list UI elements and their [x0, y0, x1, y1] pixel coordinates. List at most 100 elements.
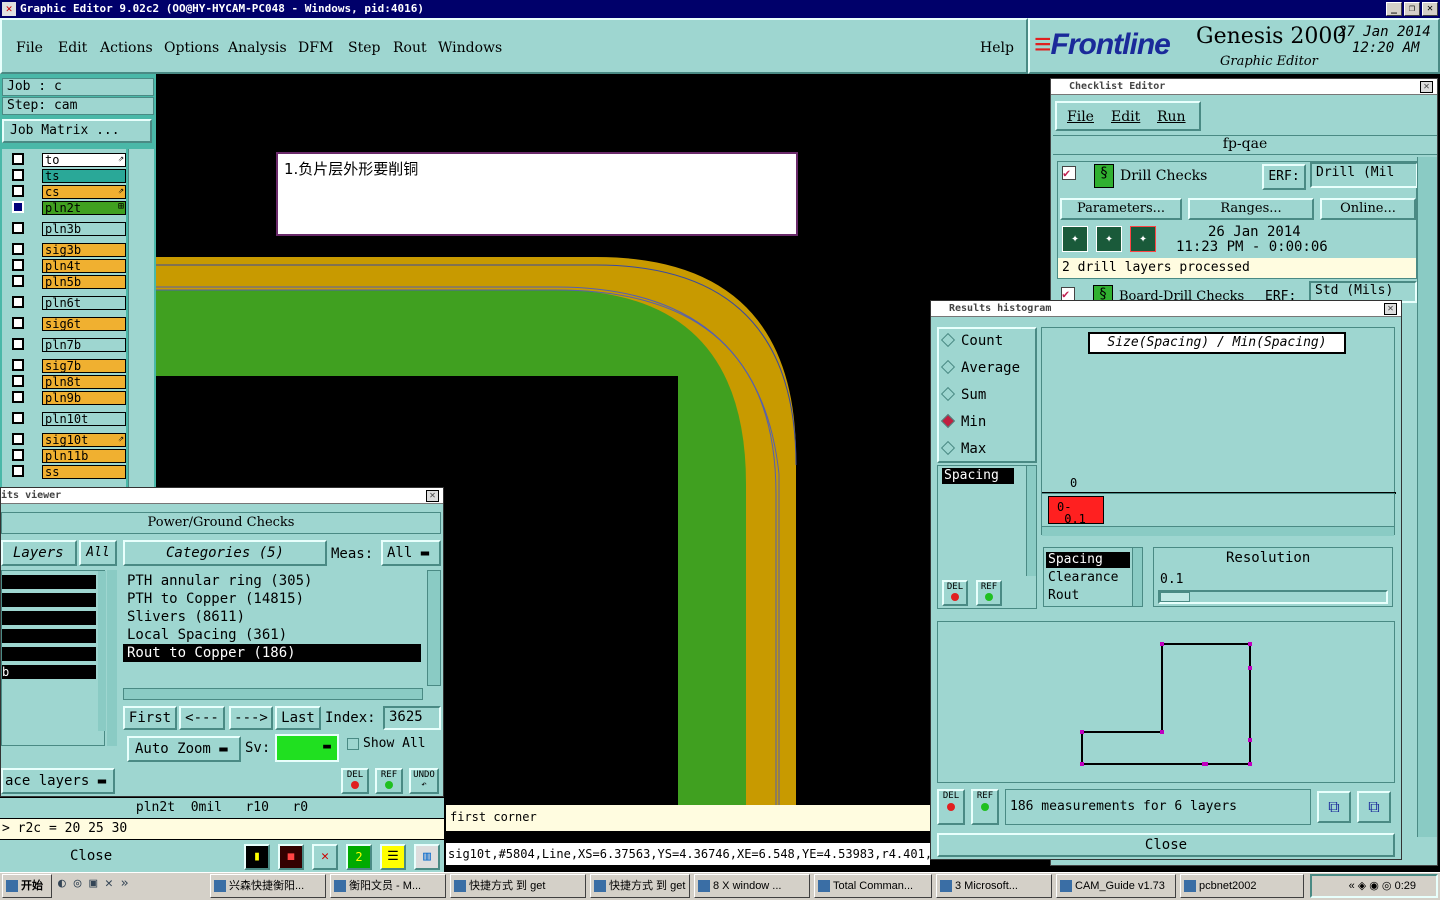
layer-checkbox[interactable]	[12, 449, 24, 461]
layer-row[interactable]: b	[2, 665, 96, 679]
layer-name[interactable]: pln4t	[42, 259, 126, 273]
layer-name[interactable]: pln11b	[42, 449, 126, 463]
layer-row[interactable]	[2, 647, 96, 661]
histogram-icon[interactable]: ▥	[414, 844, 440, 870]
viewer-title-bar[interactable]: its viewer ✕	[1, 488, 443, 504]
board-drill-checkbox[interactable]: ✔	[1061, 287, 1075, 301]
layer-checkbox[interactable]	[12, 317, 24, 329]
type-spacing[interactable]: Spacing	[1046, 552, 1130, 568]
layer-name[interactable]: sig10t	[42, 433, 126, 447]
layers-button[interactable]: Layers	[1, 540, 77, 566]
histogram-close-button[interactable]: Close	[937, 833, 1395, 857]
menu-analysis[interactable]: Analysis	[228, 40, 287, 56]
layer-row[interactable]	[2, 611, 96, 625]
mode-radio-count[interactable]: Count	[940, 332, 1003, 349]
layer-name[interactable]: pln10t	[42, 412, 126, 426]
layer-checkbox[interactable]	[12, 185, 24, 197]
layers-all-button[interactable]: All	[79, 540, 117, 566]
type-scrollbar[interactable]	[1132, 548, 1142, 606]
layer-checkbox[interactable]	[12, 169, 24, 181]
stop-check-icon[interactable]: ✦	[1130, 226, 1156, 252]
command-line[interactable]: > r2c = 20 25 30	[0, 819, 444, 839]
layer-checkbox[interactable]	[12, 153, 24, 165]
layer-row-ts[interactable]: ts	[8, 169, 126, 183]
category-item[interactable]: Local Spacing (361)	[123, 626, 421, 644]
layer-checkbox[interactable]	[12, 222, 24, 234]
drill-erf-value[interactable]: Drill (Mil	[1310, 162, 1418, 188]
prev-button[interactable]: <---	[179, 706, 225, 730]
taskbar-item[interactable]: 8 X window ...	[694, 874, 810, 898]
taskbar-item[interactable]: 衡阳文员 - M...	[330, 874, 446, 898]
mode-radio-min[interactable]: Min	[940, 413, 986, 430]
layer-name[interactable]: sig7b	[42, 359, 126, 373]
layer-row-ss[interactable]: ss	[8, 465, 126, 479]
zoom-all-icon[interactable]: ⧉	[1357, 791, 1391, 823]
layer-row-pln10t[interactable]: pln10t	[8, 412, 126, 426]
layer-name[interactable]: pln3b	[42, 222, 126, 236]
layer-row-pln8t[interactable]: pln8t	[8, 375, 126, 389]
layer-name[interactable]: pln8t	[42, 375, 126, 389]
taskbar-item[interactable]: Total Comman...	[814, 874, 932, 898]
grid-off-icon[interactable]: ✕	[312, 844, 338, 870]
layer-name[interactable]: ts	[42, 169, 126, 183]
checklist-menu-file[interactable]: File	[1067, 109, 1094, 125]
layer-row-pln2t[interactable]: pln2t ⊞	[8, 201, 126, 215]
layer-row-sig7b[interactable]: sig7b	[8, 359, 126, 373]
layer-row-pln9b[interactable]: pln9b	[8, 391, 126, 405]
menu-step[interactable]: Step	[348, 40, 380, 56]
layer-row-pln4t[interactable]: pln4t	[8, 259, 126, 273]
index-input[interactable]: 3625	[383, 706, 441, 730]
mode-radio-sum[interactable]: Sum	[940, 386, 986, 403]
ranges-button[interactable]: Ranges...	[1188, 198, 1314, 220]
layer-checkbox[interactable]	[12, 412, 24, 424]
category-item[interactable]: PTH to Copper (14815)	[123, 590, 421, 608]
bottom-close-button[interactable]: Close	[70, 848, 112, 864]
parameters-button[interactable]: Parameters...	[1060, 198, 1182, 220]
window-title-bar[interactable]: ✕ Graphic Editor 9.02c2 (OO@HY-HYCAM-PC0…	[0, 0, 1440, 18]
layer-name[interactable]: pln9b	[42, 391, 126, 405]
viewer-undo-button[interactable]: UNDO ↶	[409, 768, 439, 794]
online-button[interactable]: Online...	[1320, 198, 1416, 220]
auto-zoom-dropdown[interactable]: Auto Zoom ▬	[127, 736, 241, 762]
layer-row[interactable]	[2, 575, 96, 589]
layer-row-pln7b[interactable]: pln7b	[8, 338, 126, 352]
histogram-hscroll[interactable]	[1042, 526, 1394, 536]
meas-dropdown[interactable]: All ▬	[381, 540, 441, 566]
layer-name[interactable]: sig6t	[42, 317, 126, 331]
layer-name[interactable]: pln2t	[42, 201, 126, 215]
viewer-ref-button[interactable]: REF	[375, 768, 403, 794]
layer-row[interactable]	[2, 593, 96, 607]
layer-row-to[interactable]: to ⇗	[8, 153, 126, 167]
category-spacing[interactable]: Spacing	[942, 468, 1014, 484]
tray-icons[interactable]: « ◈ ◉ ◎	[1349, 880, 1395, 892]
categories-button[interactable]: Categories (5)	[123, 540, 327, 566]
category-item[interactable]: Slivers (8611)	[123, 608, 421, 626]
histogram-title-bar[interactable]: Results histogram ✕	[931, 301, 1401, 317]
type-rout[interactable]: Rout	[1046, 588, 1079, 604]
layer-row-sig10t[interactable]: sig10t ⇗	[8, 433, 126, 447]
layer-checkbox[interactable]	[12, 338, 24, 350]
layer-checkbox[interactable]	[12, 391, 24, 403]
record-icon[interactable]: ◼	[278, 844, 304, 870]
menu-actions[interactable]: Actions	[100, 40, 153, 56]
layer-checkbox[interactable]	[12, 275, 24, 287]
maximize-button[interactable]: ❐	[1404, 2, 1420, 16]
run-check-icon[interactable]: ✦	[1062, 226, 1088, 252]
menu-file[interactable]: File	[16, 40, 43, 56]
layer-checkbox[interactable]	[12, 465, 24, 477]
next-button[interactable]: --->	[229, 706, 273, 730]
taskbar-item[interactable]: CAM_Guide v1.73	[1056, 874, 1176, 898]
layer-row-cs[interactable]: cs ⇗	[8, 185, 126, 199]
layer-row-sig3b[interactable]: sig3b	[8, 243, 126, 257]
checklist-menu-edit[interactable]: Edit	[1111, 109, 1140, 125]
minimize-button[interactable]: _	[1386, 2, 1402, 16]
preview-del-button[interactable]: DEL	[937, 789, 965, 825]
preview-ref-button[interactable]: REF	[971, 789, 999, 825]
notes-icon[interactable]: ☰	[380, 844, 406, 870]
menu-edit[interactable]: Edit	[58, 40, 87, 56]
surface-layers-dropdown[interactable]: ace layers ▬	[1, 768, 115, 794]
type-clearance[interactable]: Clearance	[1046, 570, 1118, 586]
category-scrollbar[interactable]	[1026, 466, 1036, 576]
histogram-ref-button[interactable]: REF	[976, 580, 1002, 606]
layer-row-pln3b[interactable]: pln3b	[8, 222, 126, 236]
